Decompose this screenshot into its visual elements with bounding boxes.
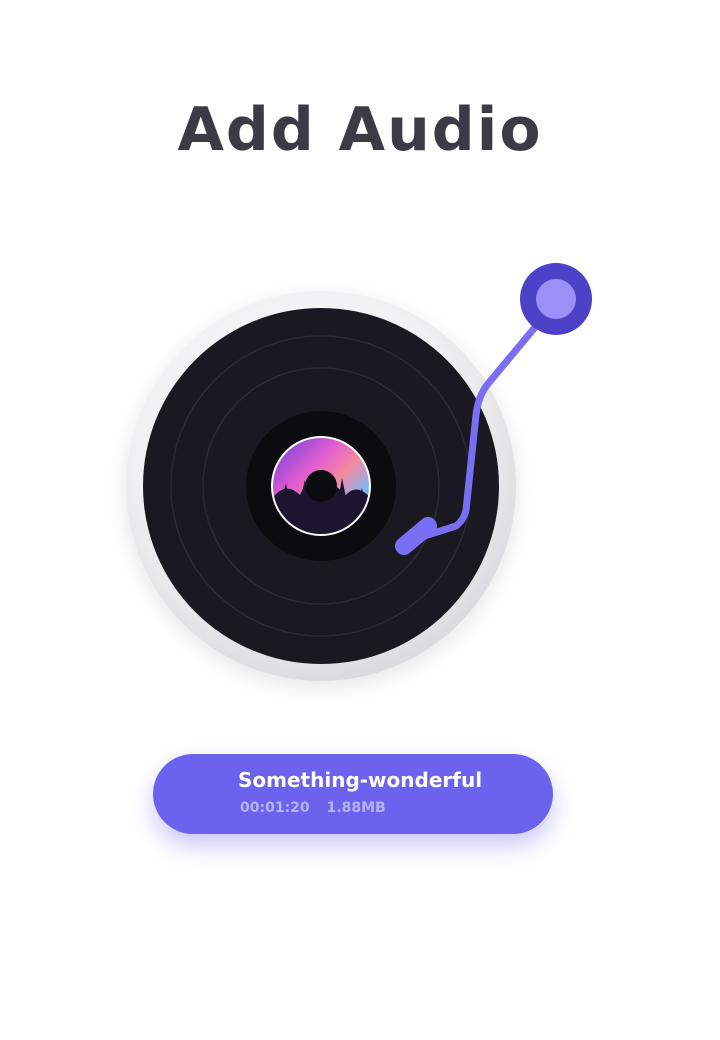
turntable (126, 263, 592, 681)
spindle-hole (305, 470, 337, 502)
tonearm-pivot-knob (536, 279, 576, 319)
track-name: Something-wonderful (238, 768, 483, 792)
track-duration: 00:01:20 (240, 800, 310, 816)
record-label-image (271, 436, 371, 536)
track-size: 1.88MB (326, 800, 386, 816)
track-meta: 00:01:20 1.88MB (240, 800, 386, 816)
track-info-button[interactable]: Something-wonderful 00:01:20 1.88MB (153, 754, 553, 834)
